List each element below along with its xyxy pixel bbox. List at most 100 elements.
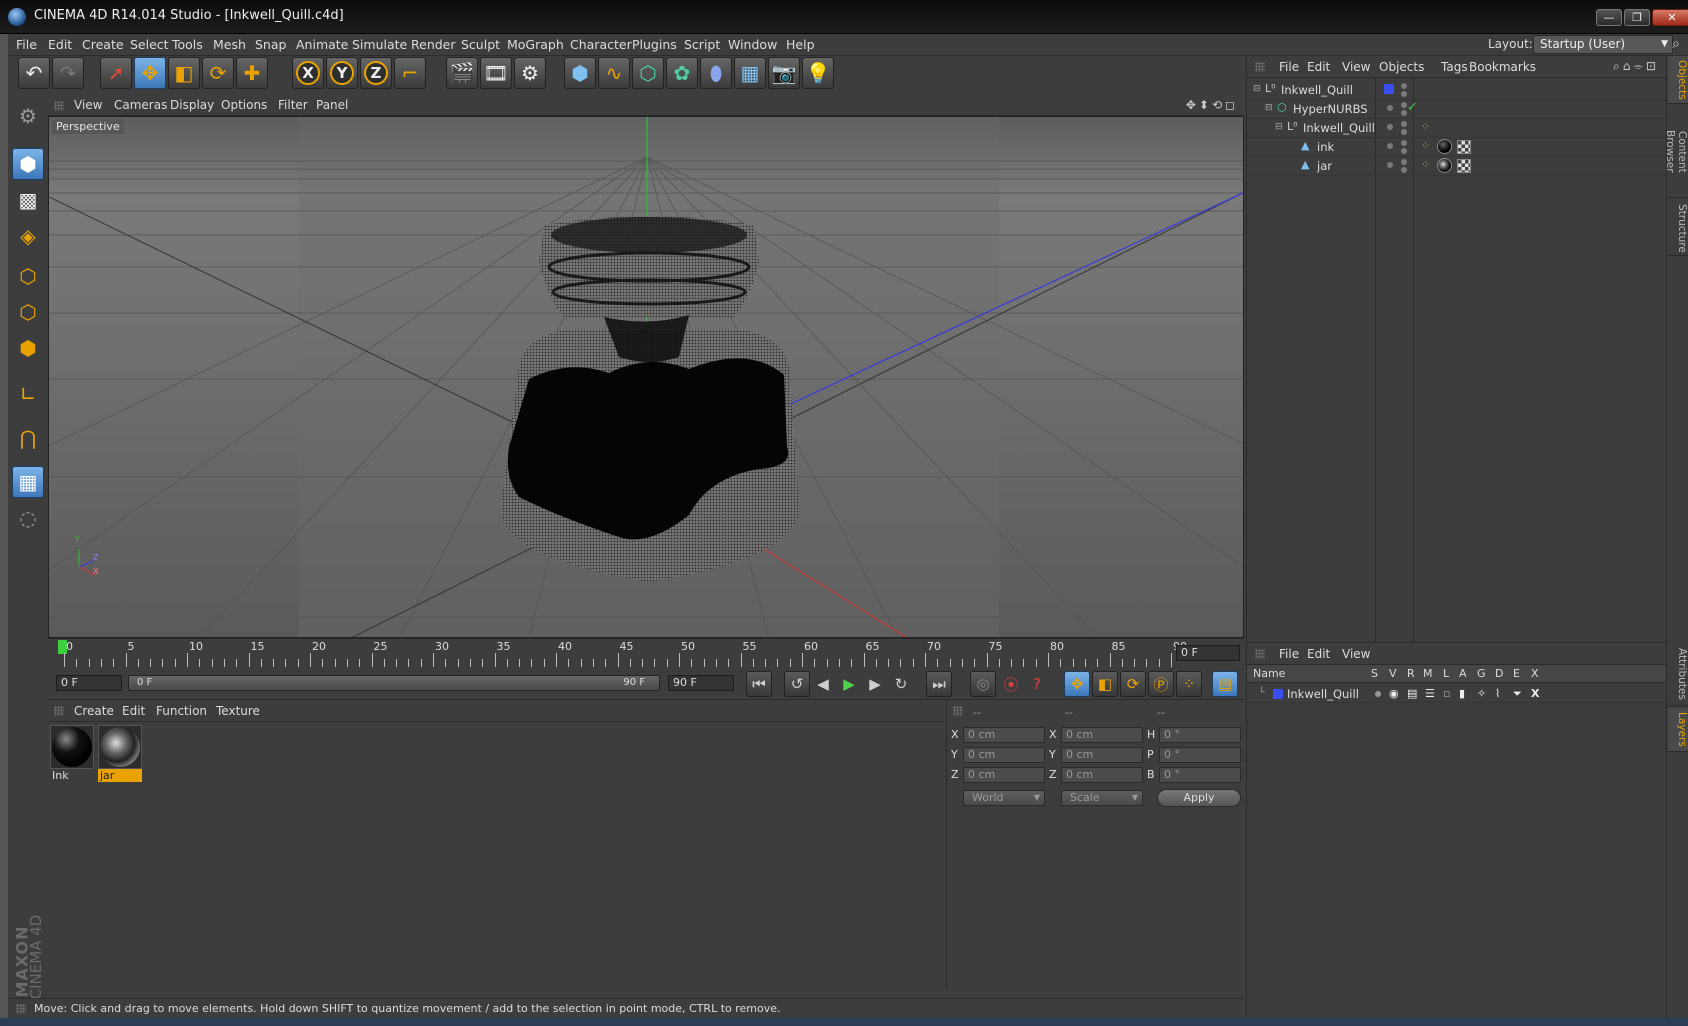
layer-color-swatch[interactable]: [1384, 84, 1394, 94]
nurbs-icon[interactable]: ⬡: [632, 57, 664, 89]
viewport-menu-filter[interactable]: Filter: [278, 98, 308, 112]
keyframe-selection-icon[interactable]: ?: [1024, 671, 1050, 697]
menu-select[interactable]: Select: [130, 37, 169, 52]
layer-dot[interactable]: [1387, 162, 1393, 168]
layer-col-animation[interactable]: A: [1459, 667, 1467, 680]
key-pla-icon[interactable]: ⁘: [1176, 671, 1202, 697]
key-position-icon[interactable]: ✥: [1064, 671, 1090, 697]
om-menu-bookmarks[interactable]: Bookmarks: [1469, 60, 1536, 74]
editor-visibility-dot[interactable]: [1401, 140, 1407, 146]
om-menu-file[interactable]: File: [1279, 60, 1299, 74]
light-icon[interactable]: 💡: [802, 57, 834, 89]
make-editable-icon[interactable]: ⚙: [12, 100, 44, 132]
redo-icon[interactable]: ↷: [52, 57, 84, 89]
previous-frame-icon[interactable]: ◀: [810, 671, 836, 697]
render-clapper-icon[interactable]: ▤: [1407, 687, 1417, 700]
material-tag-icon[interactable]: [1437, 158, 1452, 173]
menu-mograph[interactable]: MoGraph: [507, 37, 564, 52]
points-mode-icon[interactable]: ⬡: [12, 260, 44, 292]
position-z-field[interactable]: 0 cm: [963, 767, 1045, 783]
next-frame-icon[interactable]: ▶: [862, 671, 888, 697]
uvw-tag-icon[interactable]: [1457, 140, 1471, 154]
viewport-navigation-icons[interactable]: ✥⬍⟲◻: [1186, 98, 1238, 112]
solo-toggle-icon[interactable]: [1375, 691, 1381, 697]
menu-create[interactable]: Create: [82, 37, 124, 52]
position-x-field[interactable]: 0 cm: [963, 727, 1045, 743]
layer-dot[interactable]: [1387, 143, 1393, 149]
uvw-tag-icon[interactable]: [1457, 159, 1471, 173]
apply-button[interactable]: Apply: [1157, 789, 1241, 807]
material-jar[interactable]: jar: [98, 725, 142, 783]
xref-icon[interactable]: X: [1531, 687, 1539, 700]
collapse-toggle-icon[interactable]: ⊟: [1265, 103, 1273, 113]
workplane-mode-icon[interactable]: ◈: [12, 220, 44, 252]
menu-plugins[interactable]: Plugins: [632, 37, 677, 52]
perspective-viewport[interactable]: Perspective Y Z X: [48, 116, 1244, 638]
editor-visibility-dot[interactable]: [1401, 121, 1407, 127]
material-menu-create[interactable]: Create: [74, 704, 114, 718]
panel-grip-icon[interactable]: [54, 706, 64, 716]
layer-col-name[interactable]: Name: [1253, 667, 1285, 680]
lm-menu-view[interactable]: View: [1342, 647, 1370, 661]
rotation-b-field[interactable]: 0 °: [1159, 767, 1241, 783]
render-visibility-dot[interactable]: [1401, 148, 1407, 154]
phong-tag-icon[interactable]: ⁘: [1421, 139, 1430, 152]
menu-help[interactable]: Help: [786, 37, 815, 52]
viewport-menu-display[interactable]: Display: [170, 98, 214, 112]
layer-color-swatch[interactable]: [1273, 689, 1283, 699]
workplane-lock-icon[interactable]: ▦: [12, 466, 44, 498]
render-visibility-dot[interactable]: [1401, 129, 1407, 135]
viewport-menu-view[interactable]: View: [74, 98, 102, 112]
key-scale-icon[interactable]: ◧: [1092, 671, 1118, 697]
frame-ruler[interactable]: 051015202530354045505560657075808590: [58, 639, 1187, 669]
layer-dot[interactable]: [1387, 124, 1393, 130]
object-row-inkwell-quill-child[interactable]: ⊟ L⁰ Inkwell_Quill ⁘: [1247, 118, 1667, 138]
lock-icon[interactable]: ▫: [1443, 687, 1450, 700]
layer-col-expressions[interactable]: E: [1513, 667, 1520, 680]
render-view-icon[interactable]: 🎬: [446, 57, 478, 89]
axis-mode-icon[interactable]: ∟: [12, 378, 44, 410]
object-row-hypernurbs[interactable]: ⊟ ⬡ HyperNURBS ✓: [1247, 99, 1667, 119]
menu-script[interactable]: Script: [684, 37, 720, 52]
viewport-menu-options[interactable]: Options: [221, 98, 267, 112]
om-menu-tags[interactable]: Tags: [1441, 60, 1468, 74]
expression-icon[interactable]: ⏷: [1513, 687, 1522, 701]
end-frame-field[interactable]: 90 F: [668, 675, 734, 691]
material-menu-edit[interactable]: Edit: [122, 704, 145, 718]
move-tool-icon[interactable]: ✥: [134, 57, 166, 89]
layer-col-view[interactable]: V: [1389, 667, 1397, 680]
live-selection-icon[interactable]: ➚: [100, 57, 132, 89]
layer-col-manager[interactable]: M: [1423, 667, 1433, 680]
polygons-mode-icon[interactable]: ⬢: [12, 332, 44, 364]
lock-x-axis-icon[interactable]: X: [292, 57, 324, 89]
deformer-icon[interactable]: ⬮: [700, 57, 732, 89]
tab-attributes[interactable]: Attributes: [1668, 642, 1688, 706]
menu-file[interactable]: File: [16, 37, 37, 52]
layer-col-solo[interactable]: S: [1371, 667, 1378, 680]
menu-edit[interactable]: Edit: [48, 37, 72, 52]
lm-menu-edit[interactable]: Edit: [1307, 647, 1330, 661]
render-visibility-dot[interactable]: [1401, 167, 1407, 173]
om-menu-objects[interactable]: Objects: [1379, 60, 1424, 74]
menu-tools[interactable]: Tools: [172, 37, 203, 52]
object-row-ink[interactable]: ▲ ink ⁘: [1247, 137, 1667, 157]
close-button[interactable]: ✕: [1652, 9, 1688, 26]
rotation-p-field[interactable]: 0 °: [1159, 747, 1241, 763]
object-row-jar[interactable]: ▲ jar ⁘: [1247, 156, 1667, 176]
array-mograph-icon[interactable]: ✿: [666, 57, 698, 89]
record-keys-icon[interactable]: ◎: [970, 671, 996, 697]
go-to-start-icon[interactable]: ⏮: [746, 671, 772, 697]
viewport-menu-cameras[interactable]: Cameras: [114, 98, 167, 112]
menu-sculpt[interactable]: Sculpt: [461, 37, 500, 52]
animation-film-icon[interactable]: ▮: [1459, 687, 1465, 700]
om-toolbar-icons[interactable]: ⌕⌂⌯⊡: [1613, 59, 1659, 74]
floor-environment-icon[interactable]: ▦: [734, 57, 766, 89]
phong-tag-icon[interactable]: ⁘: [1421, 120, 1430, 133]
object-row-inkwell-quill-root[interactable]: ⊟ L⁰ Inkwell_Quill: [1247, 80, 1667, 100]
tab-objects[interactable]: Objects: [1668, 56, 1688, 104]
menu-simulate[interactable]: Simulate: [352, 37, 407, 52]
scale-tool-icon[interactable]: ◧: [168, 57, 200, 89]
position-y-field[interactable]: 0 cm: [963, 747, 1045, 763]
menu-window[interactable]: Window: [728, 37, 777, 52]
texture-mode-icon[interactable]: ▩: [12, 184, 44, 216]
